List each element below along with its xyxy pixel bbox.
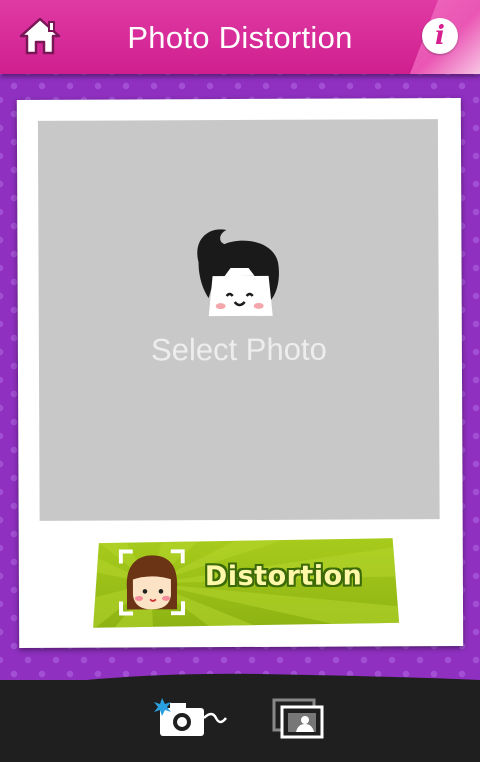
header-bar: Photo Distortion i	[0, 0, 480, 74]
mascot-icon	[197, 229, 279, 317]
girl-face-icon	[119, 549, 185, 615]
select-photo-area[interactable]: Select Photo	[37, 119, 440, 521]
bottom-toolbar	[0, 680, 480, 762]
info-button[interactable]: i	[422, 18, 458, 54]
camera-button[interactable]	[152, 696, 232, 742]
gallery-icon	[272, 698, 324, 739]
camera-icon	[154, 698, 227, 736]
select-photo-label: Select Photo	[150, 331, 327, 368]
page-title: Photo Distortion	[127, 20, 353, 55]
distortion-label: Distortion	[204, 560, 363, 593]
gallery-button[interactable]	[272, 698, 326, 740]
distortion-button[interactable]: Distortion	[93, 536, 399, 629]
photo-card: Select Photo Distortion	[16, 98, 464, 648]
info-icon: i	[435, 21, 445, 51]
